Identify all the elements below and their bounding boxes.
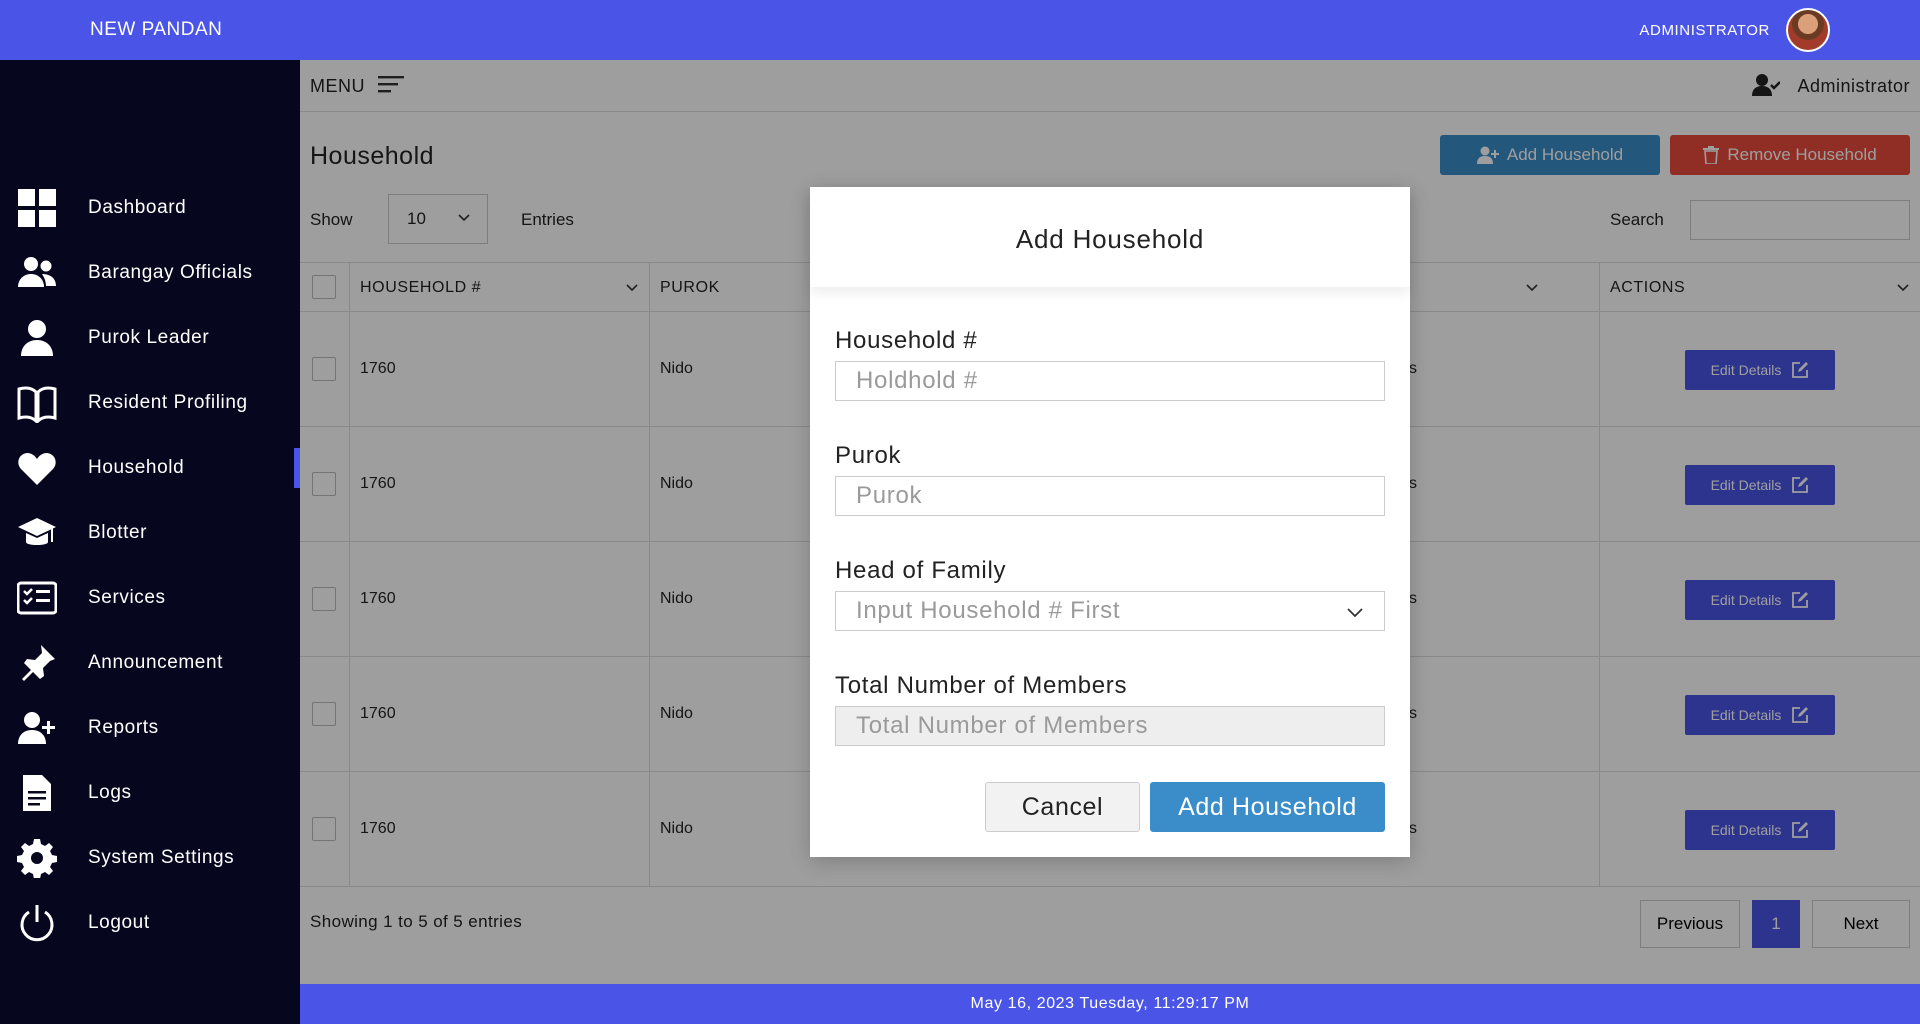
sidebar-item-label: Dashboard <box>88 197 187 218</box>
total-members-input: Total Number of Members <box>835 706 1385 746</box>
pin-icon <box>16 642 58 684</box>
chevron-down-icon <box>1347 608 1363 618</box>
sidebar-item-household[interactable]: Household <box>0 443 300 493</box>
sidebar-item-label: Logout <box>88 912 150 933</box>
sidebar-item-purok-leader[interactable]: Purok Leader <box>0 313 300 363</box>
footer-datetime: May 16, 2023 Tuesday, 11:29:17 PM <box>300 984 1920 1024</box>
cancel-button[interactable]: Cancel <box>985 782 1140 832</box>
sidebar-item-label: Services <box>88 587 166 608</box>
graduation-cap-icon <box>16 512 58 554</box>
add-household-modal: Add Household Household # Holdhold # Pur… <box>810 187 1410 857</box>
book-icon <box>16 382 58 424</box>
sidebar: Dashboard Barangay Officials Purok Leade… <box>0 60 300 1024</box>
user-plus-icon <box>16 707 58 749</box>
sidebar-item-system-settings[interactable]: System Settings <box>0 833 300 883</box>
purok-label: Purok <box>835 442 902 469</box>
sidebar-item-blotter[interactable]: Blotter <box>0 508 300 558</box>
head-of-family-placeholder: Input Household # First <box>856 597 1121 624</box>
sidebar-item-label: System Settings <box>88 847 235 868</box>
household-number-label: Household # <box>835 327 978 354</box>
avatar[interactable] <box>1786 8 1830 52</box>
household-number-placeholder: Holdhold # <box>856 367 978 394</box>
sidebar-item-logout[interactable]: Logout <box>0 898 300 948</box>
head-of-family-select[interactable]: Input Household # First <box>835 591 1385 631</box>
heart-icon <box>16 447 58 489</box>
sidebar-item-logs[interactable]: Logs <box>0 768 300 818</box>
sidebar-item-label: Barangay Officials <box>88 262 253 283</box>
total-members-placeholder: Total Number of Members <box>856 712 1149 739</box>
total-members-label: Total Number of Members <box>835 672 1128 699</box>
sidebar-item-label: Household <box>88 457 185 478</box>
admin-label: ADMINISTRATOR <box>1639 22 1770 39</box>
sidebar-item-reports[interactable]: Reports <box>0 703 300 753</box>
modal-header: Add Household <box>810 187 1410 287</box>
purok-placeholder: Purok <box>856 482 923 509</box>
sidebar-item-label: Announcement <box>88 652 224 673</box>
head-of-family-label: Head of Family <box>835 557 1007 584</box>
power-icon <box>16 902 58 944</box>
household-number-input[interactable]: Holdhold # <box>835 361 1385 401</box>
sidebar-item-barangay-officials[interactable]: Barangay Officials <box>0 248 300 298</box>
top-bar: NEW PANDAN ADMINISTRATOR <box>0 0 1920 60</box>
sidebar-item-resident-profiling[interactable]: Resident Profiling <box>0 378 300 428</box>
brand-name: NEW PANDAN <box>90 19 223 40</box>
grid-icon <box>16 187 58 229</box>
document-icon <box>16 772 58 814</box>
sidebar-item-dashboard[interactable]: Dashboard <box>0 183 300 233</box>
sidebar-item-label: Logs <box>88 782 132 803</box>
user-icon <box>16 317 58 359</box>
sidebar-item-announcement[interactable]: Announcement <box>0 638 300 688</box>
sidebar-item-label: Blotter <box>88 522 148 543</box>
submit-add-household-button[interactable]: Add Household <box>1150 782 1385 832</box>
users-icon <box>16 252 58 294</box>
sidebar-item-label: Reports <box>88 717 159 738</box>
purok-input[interactable]: Purok <box>835 476 1385 516</box>
modal-title: Add Household <box>1015 224 1205 254</box>
sidebar-item-label: Resident Profiling <box>88 392 248 413</box>
sidebar-item-services[interactable]: Services <box>0 573 300 623</box>
sidebar-item-label: Purok Leader <box>88 327 210 348</box>
checklist-icon <box>16 577 58 619</box>
gear-icon <box>16 837 58 879</box>
